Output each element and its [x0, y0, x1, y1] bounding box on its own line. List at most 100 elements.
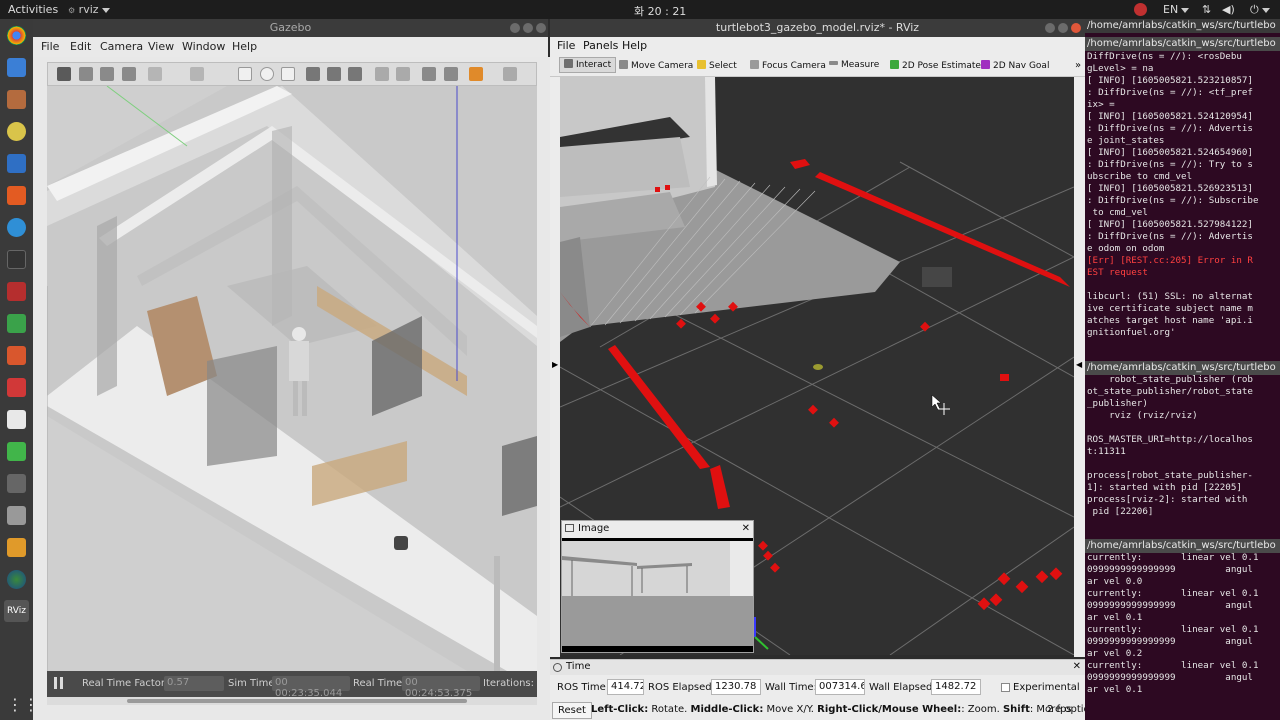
directional-light-icon[interactable] — [348, 67, 362, 81]
scale-icon[interactable] — [122, 67, 136, 81]
maximize-icon[interactable] — [1058, 23, 1068, 33]
menu-help[interactable]: Help — [622, 39, 647, 52]
tool-select[interactable]: Select — [697, 60, 737, 71]
inkscape-icon[interactable] — [7, 474, 26, 493]
close-icon[interactable]: ✕ — [1073, 661, 1081, 672]
editor-icon[interactable] — [7, 410, 26, 429]
menu-camera[interactable]: Camera — [100, 40, 143, 53]
toolbar-overflow-icon[interactable]: » — [1075, 60, 1081, 71]
tool-focus-camera[interactable]: Focus Camera — [750, 60, 826, 71]
menu-help[interactable]: Help — [232, 40, 257, 53]
help-icon[interactable] — [7, 218, 26, 237]
scroll-thumb[interactable] — [127, 699, 467, 703]
camera-icon[interactable] — [7, 506, 26, 525]
globe-icon[interactable] — [7, 570, 26, 589]
terminal-line: 0999999999999999 angul — [1087, 672, 1253, 683]
software-center-icon[interactable] — [7, 186, 26, 205]
gazebo-scene — [47, 86, 537, 671]
select-arrow-icon[interactable] — [57, 67, 71, 81]
ros-elapsed-field[interactable]: 1230.78 — [711, 679, 761, 695]
ros-indicator-icon[interactable] — [1134, 3, 1147, 16]
menu-view[interactable]: View — [148, 40, 174, 53]
terminal-tab-3[interactable]: /home/amrlabs/catkin_ws/src/turtlebo — [1085, 539, 1280, 553]
paste-icon[interactable] — [396, 67, 410, 81]
power-icon[interactable]: ⏻ — [1250, 3, 1270, 17]
chevron-down-icon — [1181, 7, 1190, 13]
qtcreator-icon[interactable] — [7, 442, 26, 461]
terminal-tab-2[interactable]: /home/amrlabs/catkin_ws/src/turtlebo — [1085, 361, 1280, 375]
app-menu[interactable]: ⚙ rviz — [68, 3, 110, 16]
files-icon[interactable] — [7, 90, 26, 109]
help-key-middle: Middle-Click: — [690, 704, 764, 715]
menu-panels[interactable]: Panels — [583, 39, 618, 52]
reset-button[interactable]: Reset — [552, 702, 592, 719]
maximize-icon[interactable] — [523, 23, 533, 33]
terminal-line: rviz (rviz/rviz) — [1087, 410, 1198, 421]
expand-right-icon[interactable]: ◀ — [1076, 360, 1082, 369]
volume-icon[interactable]: ◀) — [1222, 3, 1235, 16]
tool-interact[interactable]: Interact — [559, 57, 617, 73]
menu-file[interactable]: File — [557, 39, 575, 52]
expand-left-icon[interactable]: ▶ — [552, 360, 558, 369]
chrome-icon[interactable] — [7, 26, 26, 45]
terminal-pane-2[interactable]: robot_state_publisher (rob ot_state_publi… — [1087, 374, 1277, 534]
minimize-icon[interactable] — [510, 23, 520, 33]
sphere-icon[interactable] — [260, 67, 274, 81]
app-icon[interactable] — [7, 378, 26, 397]
screenshot-icon[interactable] — [503, 67, 517, 81]
calc-icon[interactable] — [7, 314, 26, 333]
wall-time-field[interactable]: 007314.64 — [815, 679, 865, 695]
rhythmbox-icon[interactable] — [7, 122, 26, 141]
change-view-icon[interactable] — [469, 67, 483, 81]
terminal-tab-1[interactable]: /home/amrlabs/catkin_ws/src/turtlebo — [1085, 37, 1280, 51]
experimental-checkbox[interactable] — [1001, 683, 1010, 692]
network-icon[interactable]: ⇅ — [1202, 3, 1211, 16]
app-grid-icon[interactable]: ⋮⋮ — [7, 695, 39, 714]
tool-move-camera[interactable]: Move Camera — [619, 60, 693, 71]
close-icon[interactable] — [536, 23, 546, 33]
gazebo-3d-view[interactable] — [47, 86, 537, 671]
close-icon[interactable]: ✕ — [742, 523, 750, 534]
tool-2d-pose-estimate[interactable]: 2D Pose Estimate — [890, 60, 981, 71]
layers-icon[interactable] — [7, 538, 26, 557]
point-light-icon[interactable] — [306, 67, 320, 81]
writer-icon[interactable] — [7, 154, 26, 173]
right-dock-collapsed[interactable]: ◀ — [1074, 77, 1085, 657]
help-key-right: Right-Click/Mouse Wheel: — [817, 704, 962, 715]
undo-icon[interactable] — [148, 67, 162, 81]
pause-icon[interactable] — [54, 677, 63, 689]
snap-icon[interactable] — [444, 67, 458, 81]
menu-window[interactable]: Window — [182, 40, 225, 53]
spot-light-icon[interactable] — [327, 67, 341, 81]
wall-elapsed-field[interactable]: 1482.72 — [931, 679, 981, 695]
rviz-icon[interactable]: RViz — [4, 600, 29, 622]
gazebo-scrollbar[interactable] — [47, 697, 537, 705]
cylinder-icon[interactable] — [281, 67, 295, 81]
activities-button[interactable]: Activities — [8, 3, 58, 16]
thunderbird-icon[interactable] — [7, 58, 26, 77]
ros-time-field[interactable]: 414.72 — [607, 679, 644, 695]
terminal-pane-3[interactable]: currently: linear vel 0.1 099999999999999… — [1087, 552, 1277, 702]
redo-icon[interactable] — [190, 67, 204, 81]
box-icon[interactable] — [238, 67, 252, 81]
menu-edit[interactable]: Edit — [70, 40, 91, 53]
language-indicator[interactable]: EN — [1163, 3, 1190, 16]
menu-file[interactable]: File — [41, 40, 59, 53]
terminal-titlebar: /home/amrlabs/catkin_ws/src/turtlebo — [1085, 19, 1280, 33]
app-menu-label: rviz — [78, 3, 99, 16]
tool-2d-nav-goal[interactable]: 2D Nav Goal — [981, 60, 1049, 71]
terminal-pane-1[interactable]: DiffDrive(ns = //): <rosDebu gLevel> = na… — [1087, 51, 1277, 356]
impress-icon[interactable] — [7, 346, 26, 365]
terminal-icon[interactable] — [7, 250, 26, 269]
close-icon[interactable] — [1071, 23, 1081, 33]
tool-measure[interactable]: Measure — [829, 60, 879, 70]
clock[interactable]: 화 20 : 21 — [634, 3, 686, 19]
rotate-icon[interactable] — [100, 67, 114, 81]
minimize-icon[interactable] — [1045, 23, 1055, 33]
screenshot-icon[interactable] — [7, 282, 26, 301]
terminal-line: currently: linear vel 0.1 — [1087, 552, 1259, 563]
left-dock-collapsed[interactable]: ▶ — [550, 77, 560, 657]
copy-icon[interactable] — [375, 67, 389, 81]
align-icon[interactable] — [422, 67, 436, 81]
translate-icon[interactable] — [79, 67, 93, 81]
